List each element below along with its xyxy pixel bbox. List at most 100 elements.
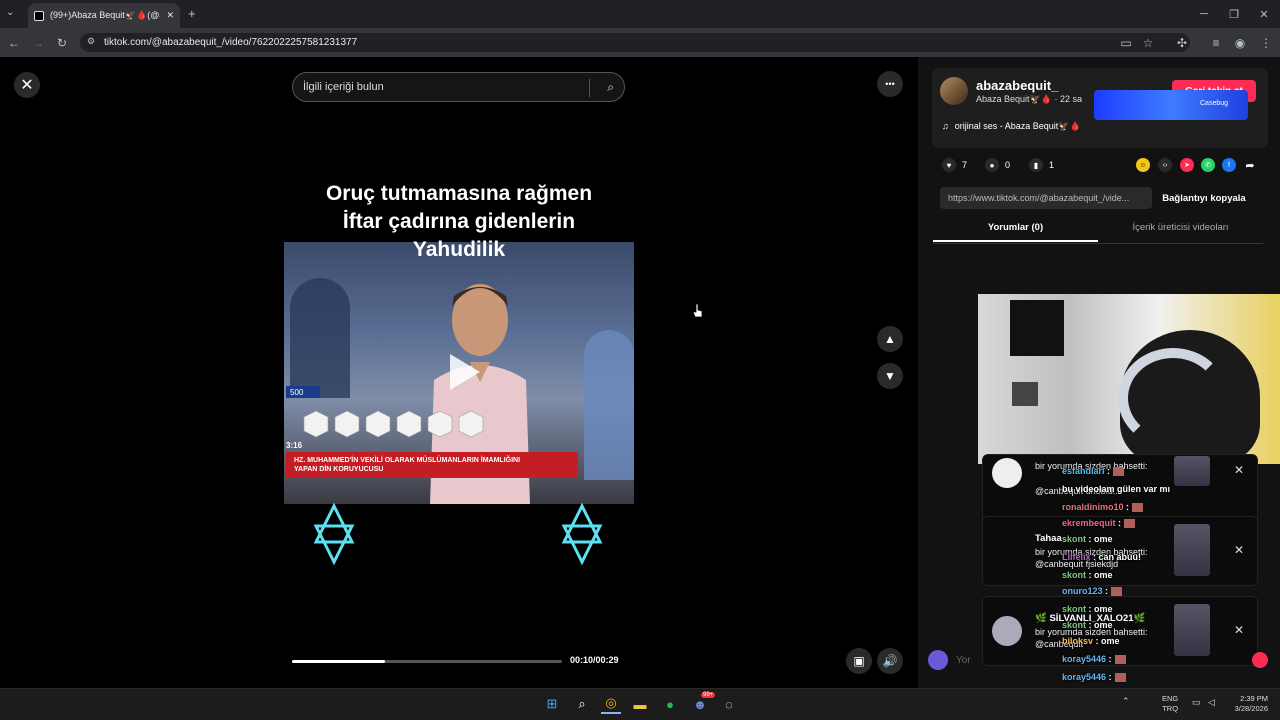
close-viewer-button[interactable]: ✕ bbox=[14, 72, 40, 98]
chat-username: ronaldinimo10 bbox=[1062, 502, 1124, 512]
lower-third-caption: HZ. MUHAMMED'İN VEKİLİ OLARAK MÜSLÜMANLA… bbox=[286, 452, 578, 478]
lower-third-line2: YAPAN DİN KORUYUCUSU bbox=[294, 466, 384, 473]
post-comment-button[interactable] bbox=[1252, 652, 1268, 668]
previous-video-button[interactable]: ▲ bbox=[877, 326, 903, 352]
emoji-share-icon[interactable]: ☺ bbox=[1136, 158, 1150, 172]
save-stat[interactable]: ▮ 1 bbox=[1029, 158, 1054, 172]
background-person bbox=[584, 330, 634, 480]
comment-input[interactable]: Yor bbox=[956, 650, 1016, 670]
close-icon: ✕ bbox=[20, 77, 34, 94]
floating-player-button[interactable]: ▣ bbox=[846, 648, 872, 674]
reload-icon[interactable]: ↻ bbox=[52, 33, 72, 52]
chat-text: : bbox=[1115, 518, 1122, 528]
overlay-ad-label: Casebug bbox=[1200, 100, 1229, 107]
chat-message: bu videolam gülen var mı bbox=[1062, 484, 1170, 494]
tab-comments[interactable]: Yorumlar (0) bbox=[933, 222, 1098, 242]
restore-icon[interactable]: ❐ bbox=[1218, 0, 1250, 28]
media-icon[interactable]: ≡ bbox=[1206, 33, 1226, 52]
profile-icon[interactable]: ◉ bbox=[1230, 33, 1250, 52]
copy-link-button[interactable]: Bağlantıyı kopyala bbox=[1154, 187, 1254, 209]
network-icon[interactable]: ▭ bbox=[1192, 697, 1201, 708]
send-icon[interactable]: ➤ bbox=[1180, 158, 1194, 172]
chrome-icon[interactable]: ◎ bbox=[601, 694, 621, 714]
sound-link[interactable]: ♫ orijinal ses - Abaza Bequit🦅🩸 bbox=[942, 121, 1081, 132]
browser-tab[interactable]: (99+)Abaza Bequit🦅🩸(@ab ✕ bbox=[28, 3, 180, 28]
chat-text: : bbox=[1106, 654, 1112, 664]
extensions-icon[interactable]: ✣ bbox=[1172, 33, 1192, 52]
comment-icon: ● bbox=[985, 158, 999, 172]
chat-username: skont bbox=[1062, 620, 1087, 630]
app-icon[interactable]: ◌ bbox=[719, 694, 739, 714]
minimize-icon[interactable]: ─ bbox=[1188, 0, 1220, 28]
chat-emote-icon bbox=[1113, 467, 1125, 477]
chat-message: esfandiari : bbox=[1062, 466, 1125, 477]
taskbar-clock[interactable]: 2:39 PM 3/28/2026 bbox=[1226, 694, 1268, 714]
share-arrow-icon[interactable]: ➦ bbox=[1243, 158, 1257, 172]
facebook-icon[interactable]: f bbox=[1222, 158, 1236, 172]
chat-username: koray5446 bbox=[1062, 672, 1107, 682]
back-icon[interactable]: ← bbox=[4, 33, 24, 52]
dismiss-notification-icon[interactable]: ✕ bbox=[1234, 623, 1244, 637]
chat-username: skont bbox=[1062, 534, 1087, 544]
chat-username: koray5446 bbox=[1062, 654, 1107, 664]
file-explorer-icon[interactable]: ▬ bbox=[630, 694, 650, 714]
chat-username: Lilfelix bbox=[1062, 552, 1091, 562]
dismiss-notification-icon[interactable]: ✕ bbox=[1234, 543, 1244, 557]
chat-text: : bbox=[1104, 466, 1111, 476]
chat-username: onuro123 bbox=[1062, 586, 1103, 596]
music-note-icon: ♫ bbox=[942, 121, 949, 131]
video-time: 00:10/00:29 bbox=[570, 655, 619, 665]
window-close-icon[interactable]: ✕ bbox=[1248, 0, 1280, 28]
notification-thumbnail bbox=[1174, 524, 1210, 576]
tray-overflow-icon[interactable]: ⌃ bbox=[1122, 696, 1130, 707]
cast-icon[interactable]: ▭ bbox=[1116, 33, 1136, 52]
notification-thumbnail bbox=[1174, 456, 1210, 486]
play-icon[interactable] bbox=[446, 352, 482, 392]
clock-time: 2:39 PM bbox=[1240, 694, 1268, 703]
embed-icon[interactable]: ‹› bbox=[1158, 158, 1172, 172]
chat-emote-icon bbox=[1132, 503, 1144, 513]
address-bar[interactable]: ⚙ tiktok.com/@abazabequit_/video/7622022… bbox=[80, 33, 1190, 52]
star-of-david-icon bbox=[561, 502, 603, 566]
background-person bbox=[290, 278, 350, 398]
close-tab-icon[interactable]: ✕ bbox=[166, 10, 174, 21]
tab-creator-videos[interactable]: İçerik üreticisi videoları bbox=[1098, 222, 1263, 242]
comment-stat[interactable]: ● 0 bbox=[985, 158, 1010, 172]
whatsapp-icon[interactable]: ✆ bbox=[1201, 158, 1215, 172]
dismiss-notification-icon[interactable]: ✕ bbox=[1234, 463, 1244, 477]
chat-message: ekrembequit : bbox=[1062, 518, 1136, 529]
chat-username: ekrembequit bbox=[1062, 518, 1116, 528]
taskbar-search-icon[interactable]: ⌕ bbox=[572, 694, 592, 714]
notification-avatar bbox=[992, 458, 1022, 488]
forward-icon[interactable]: → bbox=[28, 33, 48, 52]
creator-username[interactable]: abazabequit_ bbox=[976, 78, 1058, 93]
creator-avatar[interactable] bbox=[940, 77, 968, 105]
new-tab-button[interactable]: + bbox=[188, 6, 196, 21]
browser-menu-icon[interactable]: ⋮ bbox=[1256, 33, 1276, 52]
volume-button[interactable]: 🔊 bbox=[877, 648, 903, 674]
bookmark-star-icon[interactable]: ☆ bbox=[1138, 33, 1158, 52]
windows-start-icon[interactable]: ⊞ bbox=[542, 694, 562, 714]
site-info-icon[interactable]: ⚙ bbox=[87, 36, 95, 47]
chat-username: skont bbox=[1062, 570, 1087, 580]
more-options-button[interactable]: ••• bbox=[877, 71, 903, 97]
picture-in-picture-icon: ▣ bbox=[853, 654, 865, 668]
next-video-button[interactable]: ▼ bbox=[877, 363, 903, 389]
video-progress-bar[interactable] bbox=[292, 660, 562, 663]
tab-search-icon[interactable]: ⌄ bbox=[6, 7, 14, 18]
language-indicator[interactable]: ENG TRQ bbox=[1162, 694, 1178, 714]
progress-fill bbox=[292, 660, 386, 663]
like-stat[interactable]: ♥ 7 bbox=[942, 158, 967, 172]
search-icon[interactable]: ⌕ bbox=[607, 80, 614, 95]
volume-tray-icon[interactable]: ◁ bbox=[1208, 697, 1215, 708]
spotify-icon[interactable]: ● bbox=[660, 694, 680, 714]
notification-title: Tahaa bbox=[1035, 533, 1062, 544]
bookmark-icon: ▮ bbox=[1029, 158, 1043, 172]
chat-text: : ome bbox=[1086, 620, 1113, 630]
video-headline: Oruç tutmamasına rağmen İftar çadırına g… bbox=[284, 180, 634, 264]
video-link-field[interactable]: https://www.tiktok.com/@abazabequit_/vid… bbox=[940, 187, 1152, 209]
speaker-icon: 🔊 bbox=[882, 654, 898, 668]
creator-subline: Abaza Bequit🦅🩸 · 22 sa bbox=[976, 94, 1082, 104]
related-search-input[interactable]: İlgili içeriği bulun ⌕ bbox=[292, 72, 625, 102]
chat-username: skont bbox=[1062, 604, 1087, 614]
